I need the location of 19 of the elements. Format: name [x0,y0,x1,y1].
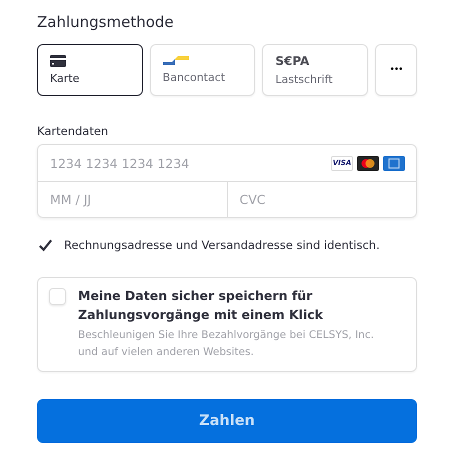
checkbox[interactable] [49,288,66,305]
save-details-description: Beschleunigen Sie Ihre Bezahlvorgänge bei CELSYS, Inc. und auf vielen anderen Websites. [78,328,375,360]
pay-button[interactable]: Zahlen [37,399,417,443]
amex-logo-icon [383,156,405,170]
save-details-title: Meine Daten sicher speichern für Zahlungsvorgänge mit einem Klick [78,287,324,324]
mastercard-logo-icon [357,156,379,170]
payment-method-tab[interactable]: Karte [37,44,143,96]
expiry-input[interactable]: MM / JJ [38,182,226,217]
more-methods-button[interactable]: ••• [375,44,418,96]
bancontact-logo-icon [162,56,189,66]
sepa-logo: S€PA [275,54,310,68]
card-number-input[interactable]: 1234 1234 1234 1234 [38,145,331,181]
payment-method-tab[interactable]: Bancontact [150,44,256,96]
section-title: Zahlungsmethode [37,13,174,31]
cvc-input[interactable]: CVC [228,182,416,217]
payment-method-tab[interactable]: S€PA Lastschrift [262,44,368,96]
checkbox-label: Rechnungsadresse und Versandadresse sind identisch. [64,238,380,252]
card-icon [50,55,66,67]
field-label: Kartendaten [37,124,108,138]
